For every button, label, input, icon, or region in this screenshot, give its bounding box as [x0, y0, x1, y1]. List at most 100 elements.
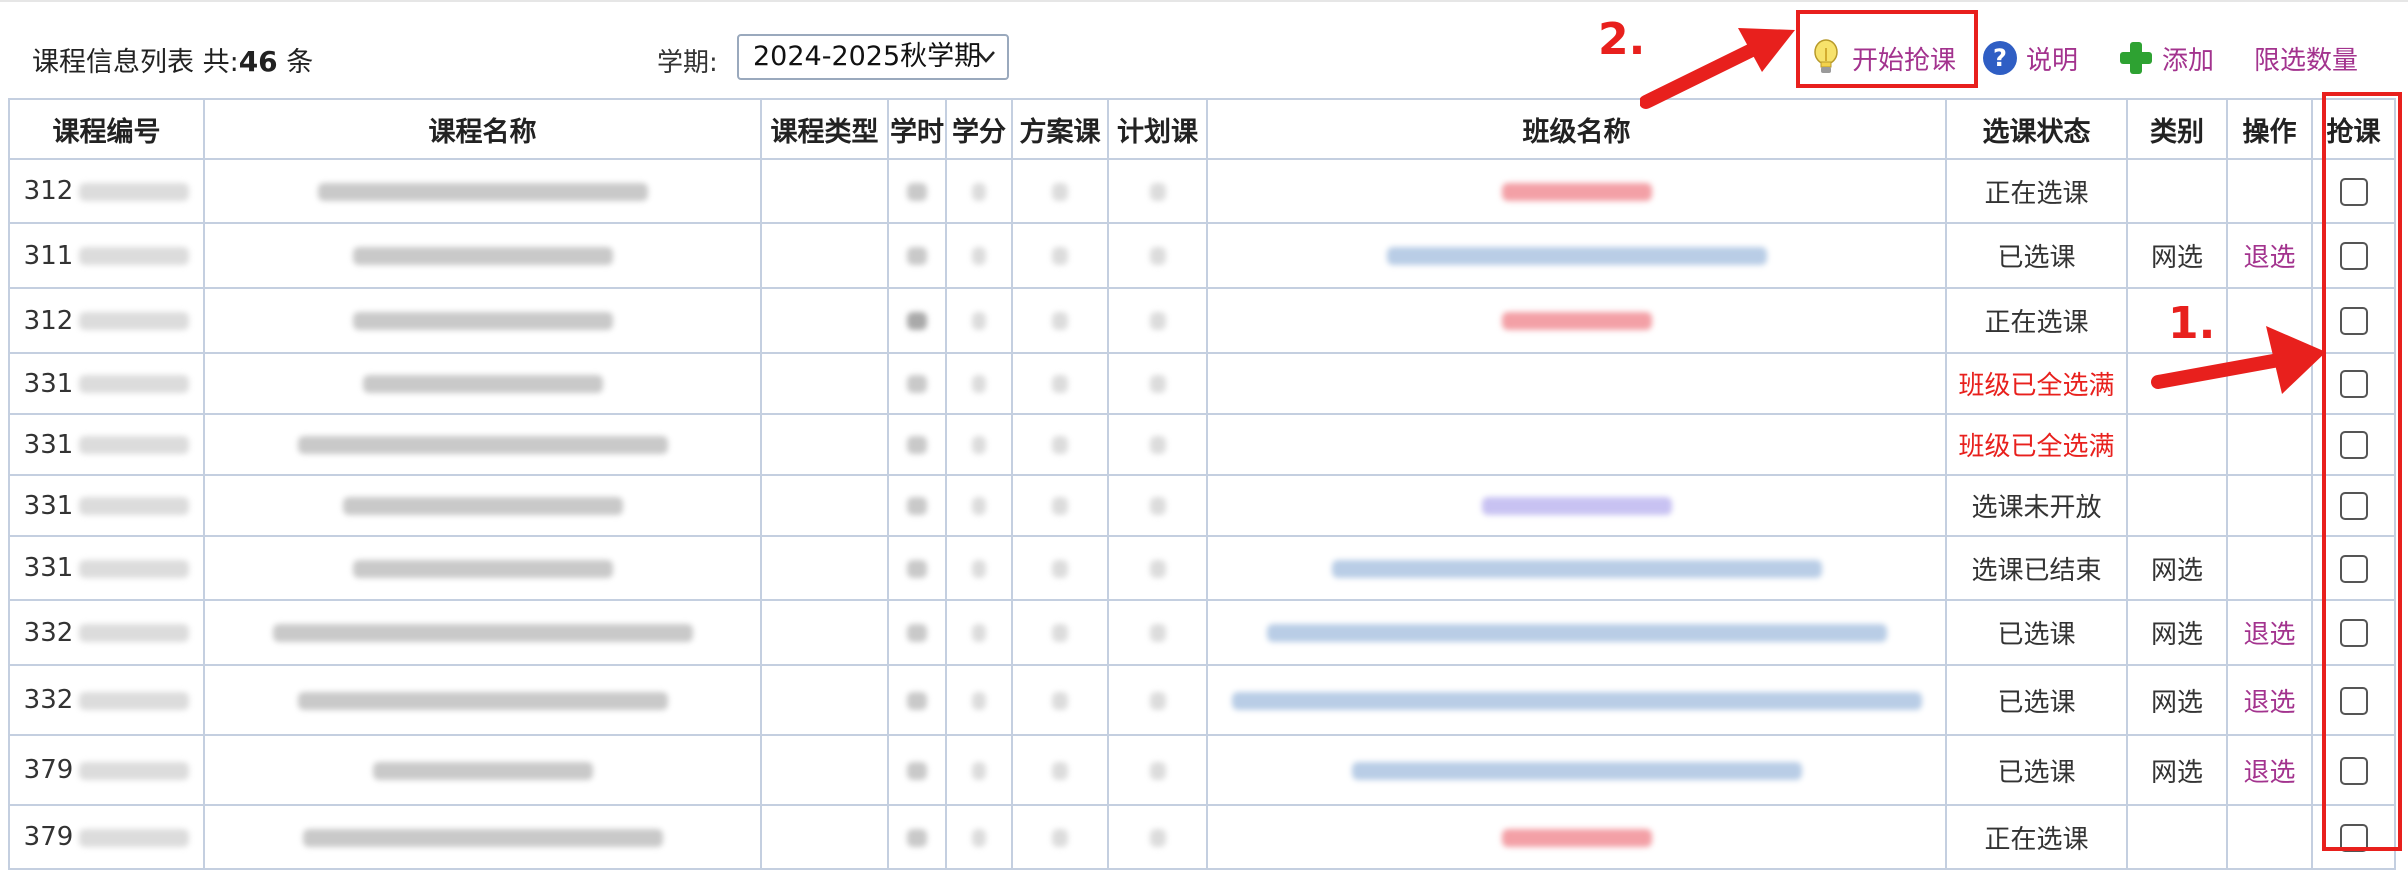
- course-name-cell: [203, 352, 762, 415]
- course-code-cell: 332: [8, 664, 205, 736]
- help-label: 说明: [2026, 45, 2079, 76]
- column-header: 班级名称: [1206, 98, 1947, 160]
- term-select[interactable]: 2024-2025秋学期: [737, 34, 1009, 80]
- plan-course-cell: [1011, 664, 1109, 736]
- column-header: 课程名称: [203, 98, 762, 160]
- scheduled-course-cell: [1107, 535, 1208, 601]
- scheduled-course-cell: [1107, 352, 1208, 415]
- hours-cell: [887, 734, 947, 806]
- course-code-cell: 379: [8, 734, 205, 806]
- course-code-cell: 331: [8, 535, 205, 601]
- plan-course-cell: [1011, 804, 1109, 870]
- action-cell: [2226, 158, 2313, 224]
- course-code: 312: [23, 305, 74, 336]
- hours-cell: [887, 413, 947, 476]
- table-row: 379 已选课 网选 退选: [8, 734, 2396, 806]
- credit-cell: [945, 474, 1013, 537]
- course-code: 379: [23, 755, 74, 785]
- course-code: 332: [23, 617, 74, 648]
- summary-unit: 条: [286, 47, 314, 78]
- drop-course-link[interactable]: 退选: [2243, 620, 2295, 650]
- plan-course-cell: [1011, 352, 1109, 415]
- drop-course-link[interactable]: 退选: [2243, 688, 2295, 718]
- class-name-cell: [1206, 474, 1947, 537]
- category: 网选: [2150, 243, 2203, 273]
- column-header: 课程类型: [760, 98, 889, 160]
- column-header: 学时: [887, 98, 947, 160]
- action-cell: 退选: [2226, 664, 2313, 736]
- action-cell: [2226, 535, 2313, 601]
- drop-course-link[interactable]: 退选: [2243, 758, 2295, 788]
- course-name-cell: [203, 734, 762, 806]
- status-cell: 已选课: [1945, 664, 2128, 736]
- scheduled-course-cell: [1107, 599, 1208, 666]
- hours-cell: [887, 804, 947, 870]
- enroll-status: 已选课: [1997, 620, 2076, 650]
- hours-cell: [887, 352, 947, 415]
- plus-icon: [2118, 40, 2154, 76]
- status-cell: 已选课: [1945, 734, 2128, 806]
- category-cell: 网选: [2126, 222, 2228, 289]
- enroll-status: 正在选课: [1984, 824, 2089, 855]
- course-name-cell: [203, 413, 762, 476]
- course-code: 312: [23, 176, 74, 206]
- help-link[interactable]: ? 说明: [1982, 36, 2078, 80]
- course-name-cell: [203, 599, 762, 666]
- status-cell: 正在选课: [1945, 287, 2128, 354]
- table-row: 332 已选课 网选 退选: [8, 664, 2396, 736]
- hours-cell: [887, 474, 947, 537]
- course-type-cell: [760, 222, 889, 289]
- column-header: 类别: [2126, 98, 2228, 160]
- column-header: 选课状态: [1945, 98, 2128, 160]
- action-cell: [2226, 474, 2313, 537]
- scheduled-course-cell: [1107, 734, 1208, 806]
- course-code-cell: 332: [8, 599, 205, 666]
- add-link[interactable]: 添加: [2118, 36, 2214, 80]
- scheduled-course-cell: [1107, 664, 1208, 736]
- course-code: 331: [23, 490, 74, 521]
- action-cell: 退选: [2226, 599, 2313, 666]
- course-code-cell: 331: [8, 352, 205, 415]
- course-code: 331: [23, 553, 74, 583]
- action-cell: 退选: [2226, 734, 2313, 806]
- category-cell: [2126, 474, 2228, 537]
- hours-cell: [887, 535, 947, 601]
- scheduled-course-cell: [1107, 804, 1208, 870]
- add-label: 添加: [2162, 45, 2215, 76]
- table-row: 311 已选课 网选 退选: [8, 222, 2396, 289]
- course-type-cell: [760, 287, 889, 354]
- column-header: 学分: [945, 98, 1013, 160]
- category-cell: [2126, 158, 2228, 224]
- course-code-cell: 312: [8, 158, 205, 224]
- class-name-cell: [1206, 664, 1947, 736]
- table-row: 331 选课已结束 网选: [8, 535, 2396, 601]
- table-row: 331 班级已全选满: [8, 413, 2396, 476]
- category-cell: 网选: [2126, 535, 2228, 601]
- help-circle-icon: ?: [1982, 40, 2018, 76]
- scheduled-course-cell: [1107, 287, 1208, 354]
- credit-cell: [945, 413, 1013, 476]
- class-name-cell: [1206, 804, 1947, 870]
- credit-cell: [945, 535, 1013, 601]
- course-type-cell: [760, 413, 889, 476]
- course-count-summary: 课程信息列表 共:46 条: [32, 40, 313, 79]
- category-cell: [2126, 804, 2228, 870]
- credit-cell: [945, 664, 1013, 736]
- hours-cell: [887, 222, 947, 289]
- credit-cell: [945, 599, 1013, 666]
- course-code-cell: 331: [8, 413, 205, 476]
- course-type-cell: [760, 535, 889, 601]
- plan-course-cell: [1011, 158, 1109, 224]
- course-type-cell: [760, 804, 889, 870]
- column-header: 操作: [2226, 98, 2313, 160]
- action-cell: [2226, 804, 2313, 870]
- limit-count-link[interactable]: 限选数量: [2254, 36, 2358, 80]
- class-name-cell: [1206, 535, 1947, 601]
- drop-course-link[interactable]: 退选: [2243, 243, 2295, 273]
- class-name-cell: [1206, 413, 1947, 476]
- class-name-cell: [1206, 599, 1947, 666]
- enroll-status: 选课已结束: [1971, 555, 2102, 586]
- course-type-cell: [760, 734, 889, 806]
- class-name-cell: [1206, 158, 1947, 224]
- course-name-cell: [203, 664, 762, 736]
